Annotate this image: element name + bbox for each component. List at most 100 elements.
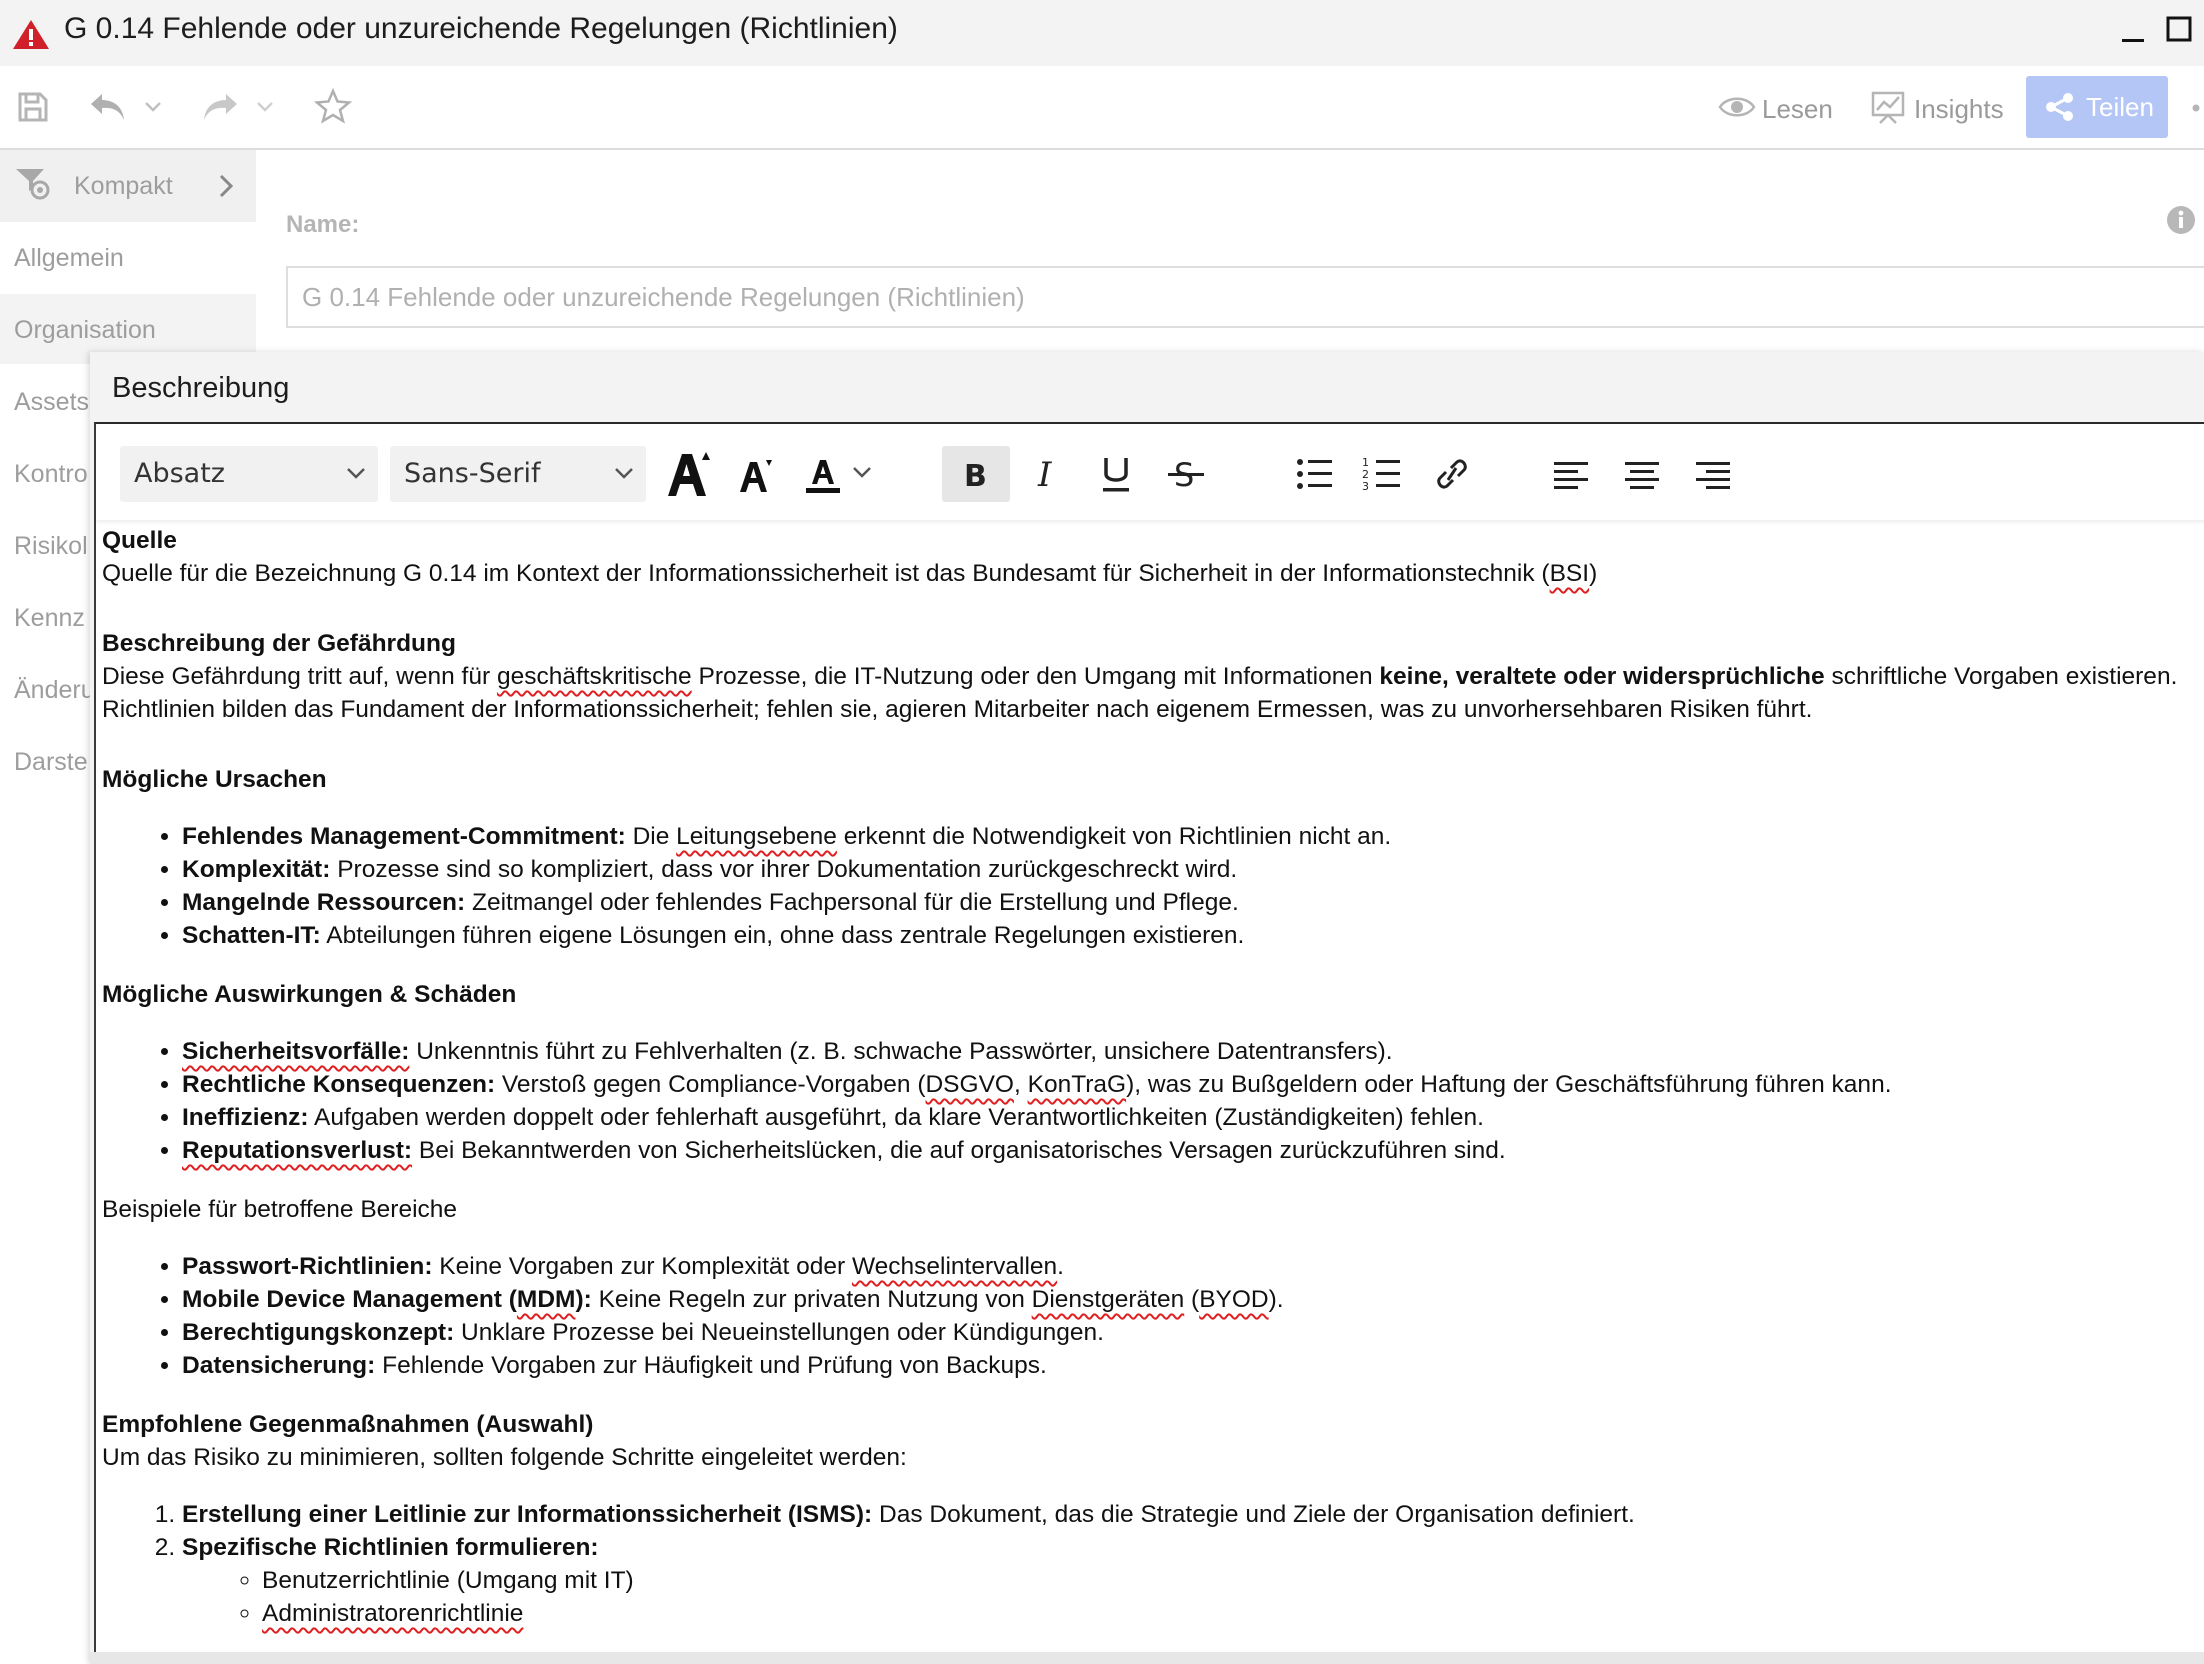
undo-dropdown-icon[interactable] xyxy=(144,100,162,114)
maximize-icon[interactable] xyxy=(2164,14,2194,44)
editor-content[interactable]: Quelle Quelle für die Bezeichnung G 0.14… xyxy=(102,524,2204,1630)
list-item: Berechtigungskonzept: Unklare Prozesse b… xyxy=(182,1316,2204,1349)
paragraph-format-select[interactable]: Absatz xyxy=(120,446,378,502)
bold-button[interactable]: B xyxy=(942,446,1010,502)
svg-text:I: I xyxy=(1037,455,1052,495)
star-icon[interactable] xyxy=(314,88,352,124)
minimize-icon[interactable] xyxy=(2118,14,2148,44)
misspelled-word: DSGVO xyxy=(925,1071,1014,1098)
misspelled-word: Wechselintervallen xyxy=(851,1253,1058,1280)
undo-icon[interactable] xyxy=(88,90,128,124)
source-paragraph: Quelle für die Bezeichnung G 0.14 im Kon… xyxy=(102,557,2204,590)
redo-dropdown-icon[interactable] xyxy=(256,100,274,114)
list-item: Mobile Device Management (MDM): Keine Re… xyxy=(182,1283,2204,1316)
misspelled-word: BSI xyxy=(1549,560,1590,587)
chevron-down-icon xyxy=(347,468,365,479)
bold-text: Spezifische Richtlinien formulieren: xyxy=(182,1534,599,1561)
bold-text: ): xyxy=(575,1286,592,1313)
save-icon[interactable] xyxy=(16,90,50,124)
text-span: Zeitmangel oder fehlendes Fachpersonal f… xyxy=(465,889,1239,916)
measures-intro: Um das Risiko zu minimieren, sollten fol… xyxy=(102,1444,907,1471)
main-toolbar: Lesen Insights Teilen xyxy=(0,66,2204,150)
sidebar-item-allgemein[interactable]: Allgemein xyxy=(0,222,256,292)
numbered-list-icon[interactable]: 1 2 3 xyxy=(1354,446,1414,502)
bold-text: Ineffizienz: xyxy=(182,1104,309,1131)
share-label: Teilen xyxy=(2086,92,2154,122)
insights-button[interactable]: Insights xyxy=(1914,94,2004,125)
font-color-icon[interactable] xyxy=(800,446,880,502)
name-field[interactable] xyxy=(286,266,2204,328)
name-label: Name: xyxy=(286,211,360,238)
text-span: Keine Regeln zur privaten Nutzung von xyxy=(591,1286,1032,1313)
bold-text: Schatten-IT: xyxy=(182,922,321,949)
compact-toggle[interactable]: Kompakt xyxy=(0,150,256,222)
info-icon[interactable] xyxy=(2166,205,2196,235)
description-dialog: Beschreibung Absatz Sans-Serif B I S 1 2… xyxy=(90,352,2204,1664)
align-center-icon[interactable] xyxy=(1612,446,1672,502)
bold-text: Reputationsverlust: xyxy=(182,1137,413,1164)
font-family-select[interactable]: Sans-Serif xyxy=(390,446,646,502)
text-span: Unklare Prozesse bei Neueinstellungen od… xyxy=(454,1319,1104,1346)
text-span: Quelle für die Bezeichnung G 0.14 im Kon… xyxy=(102,560,1550,587)
align-left-icon[interactable] xyxy=(1542,446,1602,502)
causes-heading: Mögliche Ursachen xyxy=(102,766,327,793)
list-item: Ineffizienz: Aufgaben werden doppelt ode… xyxy=(182,1101,2204,1134)
bullet-list-icon[interactable] xyxy=(1286,446,1346,502)
bold-text: Mobile Device Management ( xyxy=(182,1286,517,1313)
paragraph-format-value: Absatz xyxy=(134,458,225,489)
underline-icon[interactable] xyxy=(1086,446,1146,502)
bold-text: Erstellung einer Leitlinie zur Informati… xyxy=(182,1501,873,1528)
misspelled-word: MDM xyxy=(516,1286,576,1313)
bold-icon: B xyxy=(964,459,987,492)
bold-text: Passwort-Richtlinien: xyxy=(182,1253,433,1280)
list-item: Reputationsverlust: Bei Bekanntwerden vo… xyxy=(182,1134,2204,1167)
bold-text: Fehlendes Management-Commitment: xyxy=(182,823,626,850)
misspelled-word: BYOD xyxy=(1199,1286,1269,1313)
editor-toolbar: Absatz Sans-Serif B I S 1 2 3 xyxy=(96,424,2204,520)
source-heading: Quelle xyxy=(102,527,177,554)
read-button[interactable]: Lesen xyxy=(1762,94,1833,125)
text-span: Prozesse, die IT-Nutzung oder den Umgang… xyxy=(691,663,1380,690)
bold-text: Rechtliche Konsequenzen: xyxy=(182,1071,496,1098)
text-span: ) xyxy=(1589,560,1598,587)
window-title: G 0.14 Fehlende oder unzureichende Regel… xyxy=(64,12,898,45)
eye-icon[interactable] xyxy=(1718,94,1756,120)
italic-icon[interactable]: I xyxy=(1016,446,1076,502)
list-item: Fehlendes Management-Commitment: Die Lei… xyxy=(182,820,2204,853)
compact-label: Kompakt xyxy=(74,172,173,200)
redo-icon[interactable] xyxy=(200,90,240,124)
sidebar-item-label: Änderu xyxy=(14,676,95,704)
measures-list: Erstellung einer Leitlinie zur Informati… xyxy=(102,1498,2204,1630)
text-span: schriftliche Vorgaben existieren. xyxy=(1824,663,2178,690)
svg-text:3: 3 xyxy=(1362,480,1369,493)
bold-text: Komplexität: xyxy=(182,856,331,883)
sub-list: Benutzerrichtlinie (Umgang mit IT) Admin… xyxy=(182,1564,2204,1630)
text-span: Das Dokument, das die Strategie und Ziel… xyxy=(872,1501,1635,1528)
decrease-font-size-icon[interactable] xyxy=(726,446,786,502)
bold-text: Datensicherung: xyxy=(182,1352,376,1379)
sidebar-item-label: Allgemein xyxy=(14,244,124,272)
text-span: , xyxy=(1013,1071,1028,1098)
list-item: Komplexität: Prozesse sind so komplizier… xyxy=(182,853,2204,886)
more-icon[interactable] xyxy=(2190,104,2204,112)
effects-list: Sicherheitsvorfälle: Unkenntnis führt zu… xyxy=(102,1035,2204,1167)
insights-icon[interactable] xyxy=(1870,90,1906,124)
text-span: Verstoß gegen Compliance-Vorgaben ( xyxy=(495,1071,926,1098)
align-right-icon[interactable] xyxy=(1682,446,1742,502)
rich-text-editor[interactable]: Absatz Sans-Serif B I S 1 2 3 Quelle Que… xyxy=(94,422,2204,1658)
svg-text:B: B xyxy=(964,459,987,492)
list-item: Mangelnde Ressourcen: Zeitmangel oder fe… xyxy=(182,886,2204,919)
list-item: Passwort-Richtlinien: Keine Vorgaben zur… xyxy=(182,1250,2204,1283)
share-button[interactable]: Teilen xyxy=(2026,76,2168,138)
text-span: Bei Bekanntwerden von Sicherheitslücken,… xyxy=(412,1137,1506,1164)
increase-font-size-icon[interactable] xyxy=(662,446,722,502)
font-family-value: Sans-Serif xyxy=(404,458,541,489)
list-item: Datensicherung: Fehlende Vorgaben zur Hä… xyxy=(182,1349,2204,1382)
text-span: Diese Gefährdung tritt auf, wenn für xyxy=(102,663,497,690)
link-icon[interactable] xyxy=(1422,446,1482,502)
sidebar-item-label: Assets xyxy=(14,388,90,416)
view-filter-icon xyxy=(16,169,50,200)
list-item: Rechtliche Konsequenzen: Verstoß gegen C… xyxy=(182,1068,2204,1101)
strikethrough-icon[interactable]: S xyxy=(1156,446,1216,502)
sidebar-item-label: Darste xyxy=(14,748,88,776)
